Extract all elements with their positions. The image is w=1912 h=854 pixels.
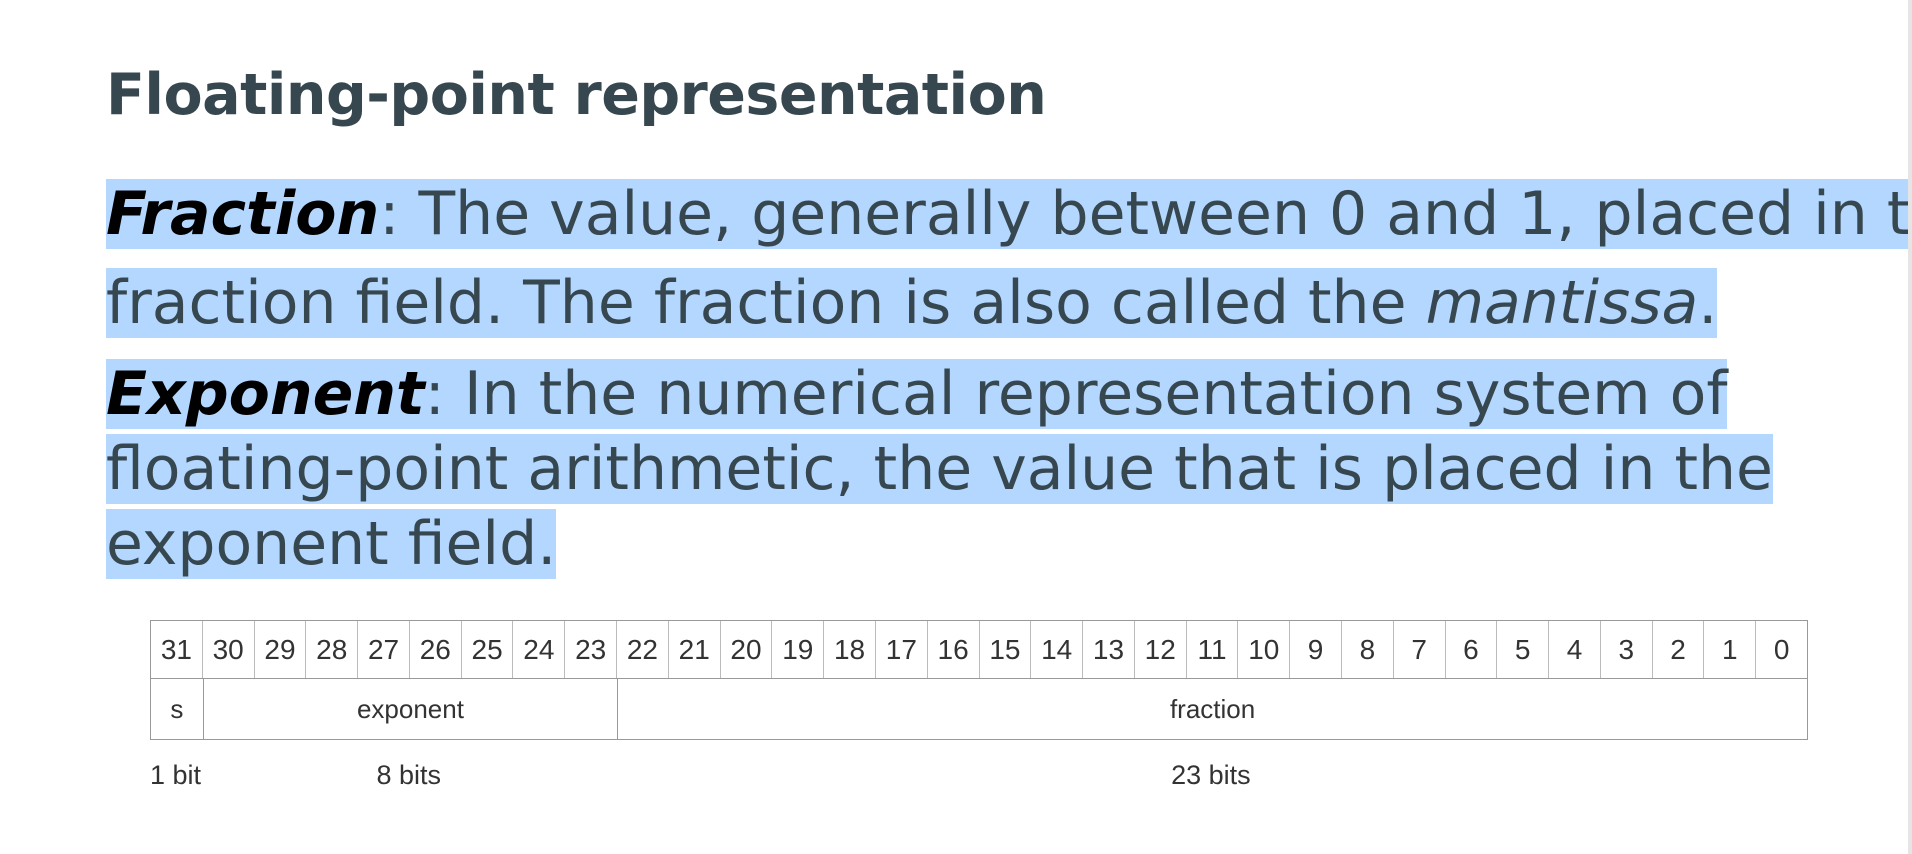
bit-index-cell: 31 bbox=[151, 621, 203, 679]
bit-index-cell: 6 bbox=[1446, 621, 1498, 679]
bit-index-cell: 22 bbox=[617, 621, 669, 679]
bit-index-cell: 13 bbox=[1083, 621, 1135, 679]
definition-text: exponent field. bbox=[106, 509, 557, 579]
bit-index-cell: 19 bbox=[772, 621, 825, 679]
bit-index-cell: 4 bbox=[1549, 621, 1601, 679]
bit-index-cell: 12 bbox=[1135, 621, 1187, 679]
definition-line: exponent field. bbox=[106, 507, 1773, 582]
field-fraction: fraction bbox=[1169, 693, 1256, 724]
field-size-label: 8 bits bbox=[376, 760, 442, 790]
field-sign: s bbox=[151, 679, 204, 739]
bit-index-cell: 11 bbox=[1187, 621, 1239, 679]
bit-index-cell: 26 bbox=[410, 621, 462, 679]
definition-text: : In the numerical representation system… bbox=[424, 359, 1728, 429]
bit-index-cell: 14 bbox=[1031, 621, 1084, 679]
field-size-label: 1 bit bbox=[150, 760, 202, 790]
bit-index-cell: 27 bbox=[358, 621, 410, 679]
ieee754-bit-layout-diagram: 31 30 29 28 27 26 25 24 23 22 21 20 19 18 17 16 15 14 13 12… bbox=[146, 620, 1808, 790]
definition-line: fraction field. The fraction is also cal… bbox=[106, 259, 1912, 348]
bit-index-cell: 2 bbox=[1653, 621, 1705, 679]
bit-index-cell: 0 bbox=[1773, 634, 1790, 665]
field-exponent: exponent bbox=[204, 679, 619, 739]
bit-index-cell: 15 bbox=[980, 621, 1032, 679]
definition-text: fraction field. The fraction is also cal… bbox=[106, 268, 1426, 338]
bit-index-cell: 24 bbox=[513, 621, 566, 679]
bit-index-cell: 3 bbox=[1601, 621, 1653, 679]
bit-index-cell: 23 bbox=[565, 621, 618, 679]
bit-index-cell: 1 bbox=[1704, 621, 1757, 679]
page-title: Floating-point representation bbox=[106, 62, 1047, 128]
definition-line: floating-point arithmetic, the value tha… bbox=[106, 432, 1773, 507]
bit-index-cell: 8 bbox=[1342, 621, 1394, 679]
definition-line: Exponent: In the numerical representatio… bbox=[106, 357, 1773, 432]
bit-index-cell: 16 bbox=[928, 621, 980, 679]
bit-index-cell: 5 bbox=[1497, 621, 1550, 679]
scrollbar-track[interactable] bbox=[1908, 0, 1912, 854]
bit-index-cell: 7 bbox=[1394, 621, 1446, 679]
field-size-label: 23 bits bbox=[1171, 760, 1251, 790]
bit-index-cell: 29 bbox=[255, 621, 307, 679]
bit-index-cell: 21 bbox=[669, 621, 721, 679]
bit-index-cell: 20 bbox=[721, 621, 773, 679]
bit-index-row: 31 30 29 28 27 26 25 24 23 22 21 20 19 18 17 16 15 14 13 12… bbox=[150, 620, 1808, 679]
bit-index-cell: 30 bbox=[203, 621, 255, 679]
definition-text: . bbox=[1698, 268, 1718, 338]
definition-line: Fraction: The value, generally between 0… bbox=[106, 170, 1912, 259]
definition-text: : The value, generally between 0 and 1, … bbox=[379, 179, 1912, 249]
bit-index-cell: 18 bbox=[824, 621, 876, 679]
field-row: s exponent fraction bbox=[150, 678, 1808, 740]
definition-text: floating-point arithmetic, the value tha… bbox=[106, 434, 1773, 504]
bit-index-cell: 28 bbox=[306, 621, 359, 679]
definition-fraction: Fraction: The value, generally between 0… bbox=[106, 170, 1912, 348]
definition-exponent: Exponent: In the numerical representatio… bbox=[106, 357, 1773, 582]
bit-index-cell: 17 bbox=[876, 621, 928, 679]
bit-index-cell: 9 bbox=[1290, 621, 1342, 679]
term-exponent: Exponent bbox=[106, 359, 425, 429]
bit-index-cell: 10 bbox=[1238, 621, 1291, 679]
mantissa-emphasis: mantissa bbox=[1425, 268, 1699, 338]
term-fraction: Fraction bbox=[106, 179, 380, 249]
bit-index-cell: 25 bbox=[462, 621, 514, 679]
